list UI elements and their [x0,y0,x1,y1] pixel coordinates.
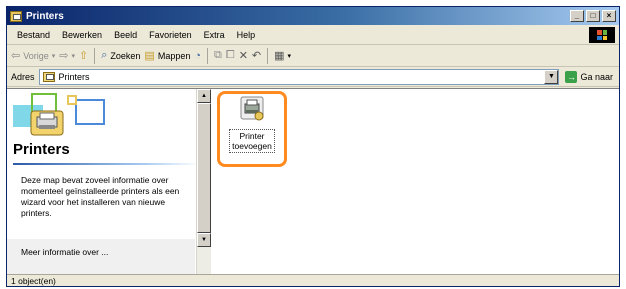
minimize-button[interactable]: _ [570,10,584,22]
menu-extra[interactable]: Extra [198,30,231,40]
delete-button[interactable]: ✕ [239,49,248,62]
folders-button[interactable]: ▤ Mappen [144,49,190,62]
task-pane-scrollbar[interactable]: ▲ ▼ [196,89,211,275]
folders-icon: ▤ [144,50,155,62]
back-label: Vorige [23,50,49,61]
window-title: Printers [26,10,64,22]
add-printer-icon [238,95,266,123]
forward-icon: ⇨ [59,50,69,62]
status-text: 1 object(en) [11,276,56,286]
back-dropdown-icon: ▾ [51,52,56,60]
toolbar-separator [267,47,269,64]
address-dropdown-icon[interactable]: ▼ [544,69,559,84]
pane-fade: Meer informatie over ... [7,239,195,275]
search-button[interactable]: ⌕ Zoeken [101,49,140,62]
back-button[interactable]: ⇦ Vorige ▾ [11,49,55,62]
menu-bestand[interactable]: Bestand [11,30,56,40]
title-bar[interactable]: Printers _ □ × [7,7,619,25]
copy-to-icon: ⧠ [225,49,235,61]
forward-dropdown-icon: ▾ [71,52,75,60]
content-area: Printers Deze map bevat zoveel informati… [7,88,619,275]
menu-bar: Bestand Bewerken Beeld Favorieten Extra … [7,25,619,45]
toolbar-separator [207,47,209,64]
scroll-down-icon[interactable]: ▼ [197,233,211,247]
address-value: Printers [58,71,90,82]
windows-logo-icon [589,27,615,43]
window-controls: _ □ × [570,10,616,22]
history-button[interactable]: ◔ [194,50,201,62]
pane-divider [13,163,199,165]
up-folder-icon: ⇧ [79,50,89,62]
scroll-thumb[interactable] [197,103,211,233]
status-bar: 1 object(en) [7,274,619,286]
scroll-up-icon[interactable]: ▲ [197,89,211,103]
go-button[interactable]: → Ga naar [559,70,619,83]
add-printer-label-line2: toevoegen [232,141,272,151]
go-arrow-icon: → [565,70,578,83]
views-icon: ▦ [274,50,285,62]
delete-icon: ✕ [238,50,248,62]
folders-label: Mappen [157,50,191,61]
pane-more-info: Meer informatie over ... [21,247,109,257]
search-icon: ⌕ [101,49,108,61]
maximize-button[interactable]: □ [586,10,600,22]
address-input[interactable]: Printers ▼ [38,68,560,85]
views-dropdown-icon: ▾ [287,52,292,60]
menu-favorieten[interactable]: Favorieten [143,30,198,40]
search-label: Zoeken [110,50,141,61]
up-folder-button[interactable]: ⇧ [79,49,88,62]
task-pane: Printers Deze map bevat zoveel informati… [7,89,211,275]
menu-beeld[interactable]: Beeld [108,30,143,40]
pane-title: Printers [13,141,70,158]
add-printer-label-line1: Printer [239,131,265,141]
printers-folder-icon [10,10,22,22]
menu-bewerken[interactable]: Bewerken [56,30,108,40]
undo-button[interactable]: ↶ [252,49,261,62]
views-button[interactable]: ▦ ▾ [274,49,291,62]
explorer-window: Printers _ □ × Bestand Bewerken Beeld Fa… [6,6,620,287]
copy-to-button[interactable]: ⧠ [226,49,235,62]
go-label: Ga naar [580,71,613,82]
standard-toolbar: ⇦ Vorige ▾ ⇨ ▾ ⇧ ⌕ Zoeken ▤ Mappen ◔ ⧉ ⧠ [7,45,619,67]
move-to-icon: ⧉ [214,49,222,61]
printers-folder-icon [42,71,55,82]
toolbar-separator [94,47,96,64]
menu-help[interactable]: Help [231,30,262,40]
undo-icon: ↶ [251,50,262,62]
history-icon: ◔ [194,49,202,62]
pane-description: Deze map bevat zoveel informatie over mo… [21,175,180,218]
file-view: Printer toevoegen [211,89,619,275]
add-printer-label: Printer toevoegen [229,129,275,153]
address-bar: Adres Printers ▼ → Ga naar [7,67,619,87]
address-label: Adres [11,71,35,82]
forward-button[interactable]: ⇨ ▾ [59,49,75,62]
move-to-button[interactable]: ⧉ [214,49,222,62]
printers-banner-icon [11,93,131,139]
back-arrow-icon: ⇦ [11,50,21,62]
add-printer-item[interactable]: Printer toevoegen [221,93,283,153]
close-button[interactable]: × [602,10,616,22]
